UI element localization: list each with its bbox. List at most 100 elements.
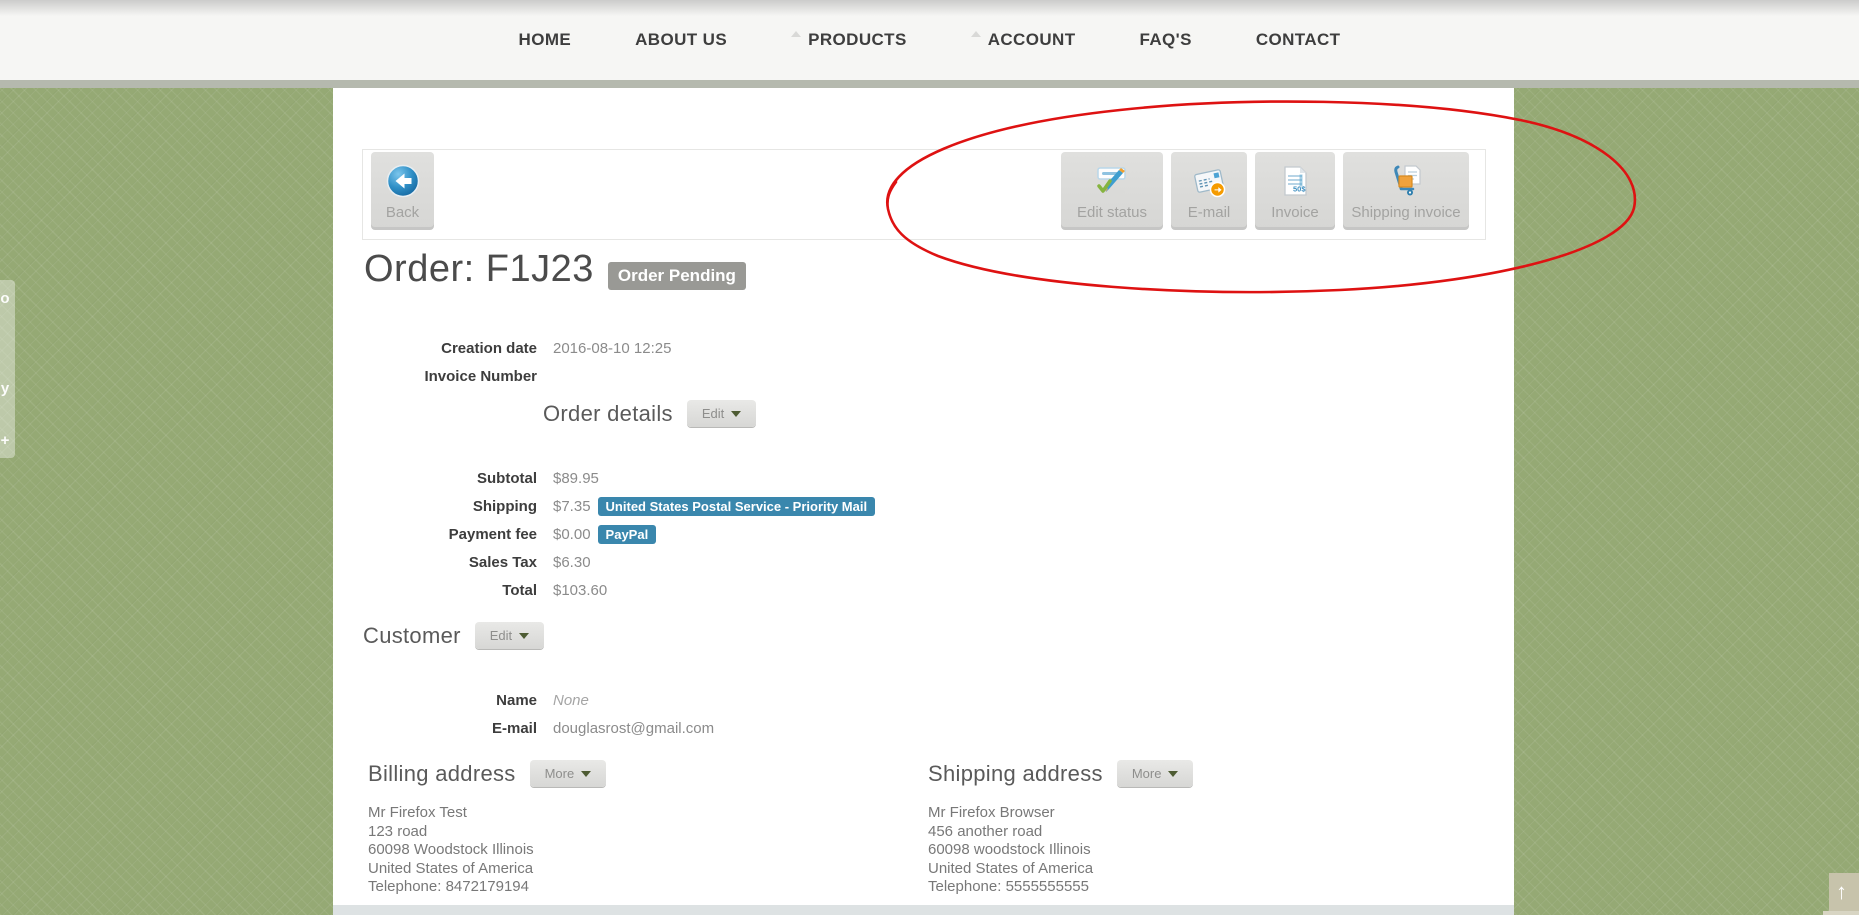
- billing-line: 123 road: [368, 822, 428, 840]
- creation-date-value: 2016-08-10 12:25: [553, 339, 672, 357]
- more-button-label: More: [1131, 766, 1162, 781]
- edit-status-label: Edit status: [1076, 204, 1148, 221]
- order-details-section-header: Order details Edit: [543, 400, 757, 427]
- invoice-number-row: Invoice Number: [333, 362, 1514, 390]
- back-button-label: Back: [385, 204, 420, 221]
- payment-method-badge: PayPal: [597, 524, 657, 544]
- edit-status-icon: [1092, 161, 1132, 201]
- back-arrow-icon: [383, 161, 423, 201]
- shipping-address-block: Mr Firefox Browser 456 another road 6009…: [928, 804, 1093, 897]
- sales-tax-row: Sales Tax $6.30: [333, 548, 1514, 576]
- share-glyph-icon: +: [0, 432, 10, 449]
- shipping-more-button[interactable]: More: [1116, 760, 1194, 787]
- subtotal-label: Subtotal: [477, 469, 537, 487]
- social-share-tab[interactable]: o y +: [0, 280, 15, 458]
- customer-rows: Name None E-mail douglasrost@gmail.com: [333, 686, 1514, 742]
- up-arrow-icon: ↑: [1836, 879, 1847, 904]
- share-glyph-icon: o: [0, 290, 10, 307]
- shipping-address-section-header: Shipping address More: [928, 760, 1194, 787]
- billing-more-button[interactable]: More: [529, 760, 607, 787]
- customer-edit-button[interactable]: Edit: [474, 622, 545, 649]
- back-button[interactable]: Back: [371, 152, 434, 230]
- order-status-badge: Order Pending: [607, 262, 746, 290]
- billing-line: 60098 Woodstock Illinois: [368, 841, 534, 858]
- customer-heading: Customer: [363, 622, 461, 648]
- shipping-line: 456 another road: [928, 822, 1043, 840]
- shipping-address-heading: Shipping address: [928, 760, 1103, 786]
- shipping-method-badge: United States Postal Service - Priority …: [597, 496, 876, 516]
- total-label: Total: [502, 581, 537, 599]
- billing-line: Mr Firefox Test: [368, 804, 467, 821]
- order-toolbar: Back Edit status E-mail 50$ Invoice Ship…: [362, 149, 1486, 240]
- subtotal-value: $89.95: [553, 469, 599, 487]
- nav-item-about-us[interactable]: ABOUT US: [635, 30, 727, 50]
- name-value: None: [553, 691, 589, 709]
- customer-email-row: E-mail douglasrost@gmail.com: [333, 714, 1514, 742]
- edit-button-label: Edit: [489, 628, 513, 643]
- billing-line: Telephone: 8472179194: [368, 878, 529, 895]
- payment-fee-value: $0.00: [553, 525, 591, 543]
- top-navbar: HOME ABOUT US PRODUCTS ACCOUNT FAQ'S CON…: [0, 0, 1859, 80]
- chevron-down-icon: [1168, 770, 1179, 777]
- header-divider-strip: [0, 80, 1859, 88]
- order-meta: Creation date 2016-08-10 12:25 Invoice N…: [333, 334, 1514, 390]
- billing-address-section-header: Billing address More: [368, 760, 607, 787]
- customer-section-header: Customer Edit: [363, 622, 545, 649]
- sales-tax-value: $6.30: [553, 553, 591, 571]
- invoice-icon: 50$: [1275, 161, 1315, 201]
- billing-address-heading: Billing address: [368, 760, 516, 786]
- nav-item-home[interactable]: HOME: [519, 30, 572, 50]
- more-button-label: More: [544, 766, 575, 781]
- chevron-down-icon: [581, 770, 592, 777]
- shipping-value: $7.35: [553, 497, 591, 515]
- shipping-invoice-button[interactable]: Shipping invoice: [1343, 152, 1469, 230]
- email-icon: [1189, 161, 1229, 201]
- email-label: E-mail: [491, 719, 537, 737]
- scroll-button-strip: [1823, 911, 1859, 915]
- shipping-line: United States of America: [928, 859, 1094, 877]
- dropdown-flag-icon: [970, 31, 981, 37]
- edit-button-label: Edit: [701, 406, 725, 421]
- nav-item-account-label: ACCOUNT: [987, 30, 1076, 49]
- svg-text:50$: 50$: [1293, 185, 1306, 194]
- chevron-down-icon: [731, 410, 742, 417]
- email-value: douglasrost@gmail.com: [553, 719, 715, 737]
- invoice-button[interactable]: 50$ Invoice: [1255, 152, 1335, 230]
- customer-name-row: Name None: [333, 686, 1514, 714]
- shipping-row: Shipping $7.35 United States Postal Serv…: [333, 492, 1514, 520]
- order-details-edit-button[interactable]: Edit: [686, 400, 757, 427]
- subtotal-row: Subtotal $89.95: [333, 464, 1514, 492]
- nav-item-account[interactable]: ACCOUNT: [970, 30, 1076, 50]
- payment-fee-row: Payment fee $0.00 PayPal: [333, 520, 1514, 548]
- invoice-number-label: Invoice Number: [424, 367, 537, 385]
- creation-date-label: Creation date: [441, 339, 537, 357]
- order-actions: Edit status E-mail 50$ Invoice Shipping …: [1061, 152, 1469, 230]
- payment-fee-label: Payment fee: [448, 525, 537, 543]
- creation-date-row: Creation date 2016-08-10 12:25: [333, 334, 1514, 362]
- nav-item-contact[interactable]: CONTACT: [1256, 30, 1341, 50]
- shipping-line: 60098 woodstock Illinois: [928, 841, 1091, 858]
- billing-address-block: Mr Firefox Test 123 road 60098 Woodstock…: [368, 804, 534, 897]
- name-label: Name: [496, 691, 537, 709]
- nav-item-products[interactable]: PRODUCTS: [791, 30, 907, 50]
- bottom-section-edge: [333, 905, 1514, 915]
- order-details-heading: Order details: [543, 400, 673, 426]
- scroll-to-top-button[interactable]: ↑: [1829, 873, 1859, 911]
- nav-item-faqs[interactable]: FAQ'S: [1140, 30, 1192, 50]
- sales-tax-label: Sales Tax: [468, 553, 537, 571]
- chevron-down-icon: [519, 632, 530, 639]
- edit-status-button[interactable]: Edit status: [1061, 152, 1163, 230]
- email-label: E-mail: [1187, 204, 1231, 221]
- shipping-invoice-label: Shipping invoice: [1351, 204, 1461, 221]
- order-details-rows: Subtotal $89.95 Shipping $7.35 United St…: [333, 464, 1514, 604]
- total-value: $103.60: [553, 581, 608, 599]
- page-title: Order: F1J23: [364, 248, 594, 290]
- email-button[interactable]: E-mail: [1171, 152, 1247, 230]
- shipping-line: Mr Firefox Browser: [928, 804, 1055, 821]
- billing-line: United States of America: [368, 859, 534, 877]
- share-glyph-icon: y: [0, 380, 10, 397]
- shipping-line: Telephone: 5555555555: [928, 878, 1089, 895]
- invoice-label: Invoice: [1271, 204, 1319, 221]
- shipping-invoice-icon: [1386, 161, 1426, 201]
- order-title-row: Order: F1J23 Order Pending: [364, 248, 746, 291]
